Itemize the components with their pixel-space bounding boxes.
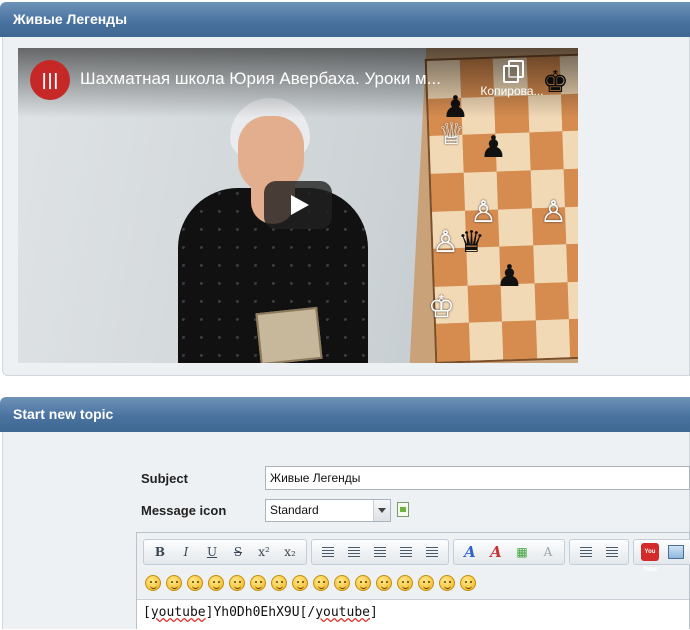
- kiss-icon[interactable]: [439, 575, 455, 591]
- bold-button[interactable]: B: [147, 541, 173, 563]
- embarrassed-icon[interactable]: [376, 575, 392, 591]
- align-group: [311, 539, 449, 565]
- tongue-icon[interactable]: [355, 575, 371, 591]
- cry-icon[interactable]: [460, 575, 476, 591]
- message-icon-preview-icon: [397, 502, 409, 517]
- bbcode-bracket: [: [143, 605, 151, 620]
- roll-eyes-icon[interactable]: [334, 575, 350, 591]
- table-icon: [580, 547, 592, 557]
- bbcode-tag-open: youtube: [150, 605, 206, 620]
- lips-sealed-icon[interactable]: [397, 575, 413, 591]
- align-left-icon: [348, 547, 360, 557]
- align-justify-icon: [426, 547, 438, 557]
- underline-button[interactable]: U: [199, 541, 225, 563]
- copy-link-label: Копирова...: [480, 84, 544, 98]
- insert-table-button[interactable]: [573, 541, 599, 563]
- undecided-icon[interactable]: [418, 575, 434, 591]
- sad-icon[interactable]: [250, 575, 266, 591]
- font-color-button[interactable]: ▦: [509, 541, 535, 563]
- cool-icon[interactable]: [292, 575, 308, 591]
- smile-icon[interactable]: [145, 575, 161, 591]
- list-group: [569, 539, 629, 565]
- shocked-icon[interactable]: [271, 575, 287, 591]
- black-pawn-icon: ♟: [496, 259, 523, 294]
- subject-label: Subject: [141, 471, 188, 486]
- align-right-button[interactable]: [393, 541, 419, 563]
- message-icon-select[interactable]: Standard: [265, 499, 391, 522]
- white-pawn-icon: ♙: [540, 195, 567, 230]
- align-right-icon: [400, 547, 412, 557]
- speaker-figure: [168, 98, 378, 363]
- align-center-icon: [374, 547, 386, 557]
- section-header-live-legends: Живые Легенды: [0, 2, 690, 37]
- section-header-new-topic: Start new topic: [0, 397, 690, 432]
- justify-icon: [322, 547, 334, 557]
- align-justify-button[interactable]: [419, 541, 445, 563]
- strikethrough-button[interactable]: S: [225, 541, 251, 563]
- format-group: B I U S x² x₂: [143, 539, 307, 565]
- justify-button[interactable]: [315, 541, 341, 563]
- bbcode-video-id: ]Yh0Dh0EhX9U[/: [205, 605, 316, 620]
- message-textarea[interactable]: [youtube]Yh0Dh0EhX9U[/youtube]: [137, 599, 689, 630]
- image-icon: [668, 545, 684, 559]
- youtube-button[interactable]: You Tube: [637, 541, 663, 573]
- message-editor: B I U S x² x₂ A A ▦ A You Tube [youtube]…: [136, 532, 690, 630]
- grin-icon[interactable]: [208, 575, 224, 591]
- play-button[interactable]: [264, 181, 332, 229]
- subscript-button[interactable]: x₂: [277, 541, 303, 563]
- cheesy-icon[interactable]: [187, 575, 203, 591]
- angry-icon[interactable]: [229, 575, 245, 591]
- message-icon-label: Message icon: [141, 503, 227, 518]
- subject-input[interactable]: Живые Легенды: [265, 466, 690, 490]
- youtube-icon: You Tube: [641, 543, 659, 573]
- chevron-down-icon[interactable]: [373, 500, 390, 521]
- font-group: A A ▦ A: [453, 539, 565, 565]
- smiley-bar: [145, 575, 476, 591]
- youtube-video-embed[interactable]: ♕ ♟ ♟ ♚ ♙ ♙ ♙ ♛ ♟ ♔ ||| Шахматная школа …: [18, 48, 578, 363]
- white-pawn-icon: ♙: [470, 195, 497, 230]
- media-group: You Tube: [633, 539, 690, 573]
- copy-icon: [503, 60, 524, 83]
- quote-icon: [606, 547, 618, 557]
- channel-logo[interactable]: |||: [30, 60, 70, 100]
- white-pawn-icon: ♙: [432, 225, 459, 260]
- font-face-button[interactable]: A: [457, 541, 483, 563]
- black-pawn-icon: ♟: [480, 130, 507, 165]
- huh-icon[interactable]: [313, 575, 329, 591]
- font-size-button[interactable]: A: [483, 541, 509, 563]
- copy-link-button[interactable]: Копирова...: [472, 60, 552, 110]
- editor-toolbar: B I U S x² x₂ A A ▦ A You Tube: [143, 539, 690, 573]
- section-title: Start new topic: [13, 406, 114, 422]
- black-queen-icon: ♛: [458, 225, 485, 260]
- insert-image-button[interactable]: [663, 541, 689, 563]
- bbcode-tag-close: youtube: [315, 605, 370, 620]
- wink-icon[interactable]: [166, 575, 182, 591]
- superscript-button[interactable]: x²: [251, 541, 277, 563]
- bbcode-bracket: ]: [370, 605, 378, 620]
- insert-quote-button[interactable]: [599, 541, 625, 563]
- align-center-button[interactable]: [367, 541, 393, 563]
- white-king-icon: ♔: [428, 290, 455, 325]
- remove-format-button[interactable]: A: [535, 541, 561, 563]
- section-title: Живые Легенды: [13, 11, 128, 27]
- video-title[interactable]: Шахматная школа Юрия Авербаха. Уроки м..…: [80, 69, 470, 89]
- message-icon-value: Standard: [270, 503, 319, 517]
- italic-button[interactable]: I: [173, 541, 199, 563]
- align-left-button[interactable]: [341, 541, 367, 563]
